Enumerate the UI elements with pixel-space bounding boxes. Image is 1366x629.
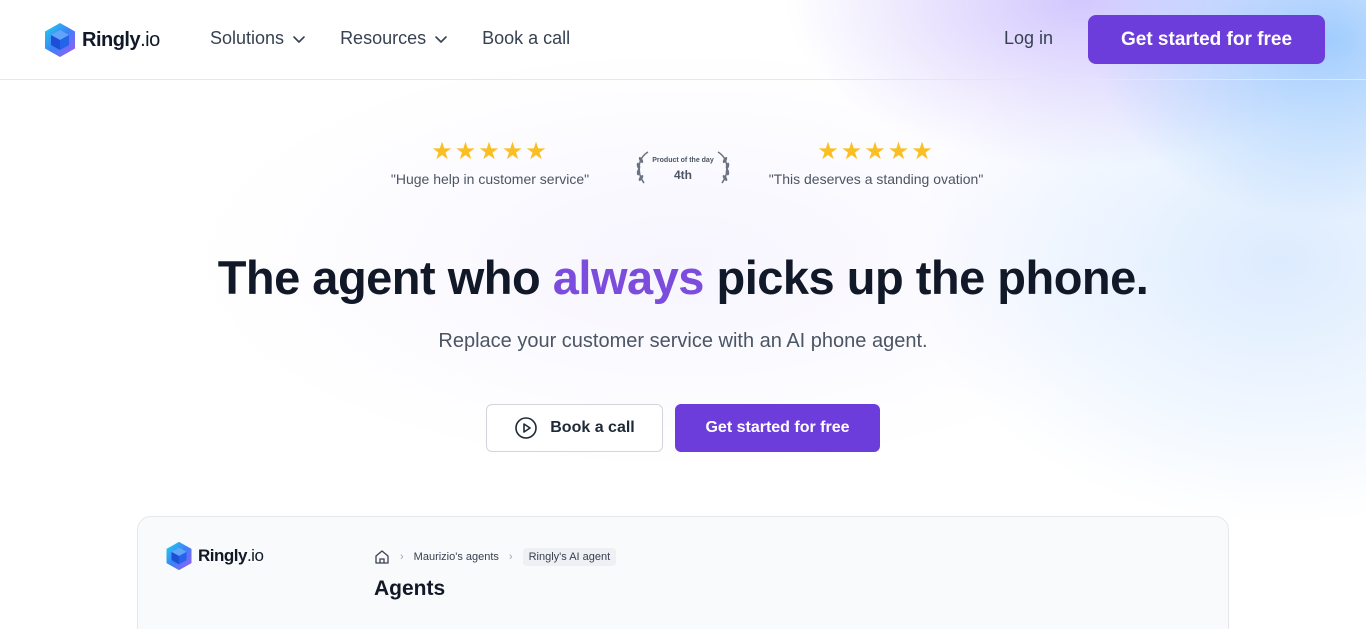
review-quote: "Huge help in customer service" [390,171,590,187]
app-preview-panel: Ringly.io › Maurizio's agents › Ringly's… [137,516,1229,629]
logo-hexagon-icon [166,541,192,571]
breadcrumb-item[interactable]: Maurizio's agents [414,551,499,563]
site-header: Ringly.io Solutions Resources Book a cal… [0,0,1366,80]
preview-page-title: Agents [374,577,446,600]
nav-solutions[interactable]: Solutions [210,28,306,49]
main-nav: Solutions Resources Book a call [210,28,604,49]
logo-wordmark: Ringly.io [198,546,264,565]
play-circle-icon [515,417,538,439]
breadcrumb-item-current[interactable]: Ringly's AI agent [522,548,617,566]
logo-wordmark: Ringly.io [82,28,160,51]
home-icon[interactable] [374,549,390,565]
logo-hexagon-icon [45,23,75,57]
chevron-down-icon [293,35,305,43]
brand-logo[interactable]: Ringly.io [42,22,160,58]
nav-resources[interactable]: Resources [340,28,448,49]
book-a-call-label: Book a call [550,419,635,436]
laurel-right-icon [717,151,730,184]
login-link[interactable]: Log in [1004,28,1053,49]
nav-book-a-call[interactable]: Book a call [482,28,570,49]
chevron-down-icon [435,35,447,43]
review-left: ★★★★★ "Huge help in customer service" [382,138,598,188]
header-get-started-button[interactable]: Get started for free [1088,15,1325,64]
book-a-call-button[interactable]: Book a call [486,404,663,452]
chevron-right-icon: › [400,551,404,563]
breadcrumb: › Maurizio's agents › Ringly's AI agent [374,548,617,566]
hero-subtitle: Replace your customer service with an AI… [438,330,928,352]
nav-resources-label: Resources [340,28,427,48]
chevron-right-icon: › [508,551,513,563]
review-right: ★★★★★ "This deserves a standing ovation" [760,138,992,188]
hero-get-started-button[interactable]: Get started for free [675,404,880,452]
product-of-the-day-badge: Product of the day 4th [632,150,734,186]
preview-logo: Ringly.io [164,541,264,571]
hero-title: The agent who always picks up the phone. [217,251,1149,304]
review-quote: "This deserves a standing ovation" [768,171,984,187]
hero-title-accent: always [552,251,705,304]
star-rating: ★★★★★ [817,138,935,165]
nav-book-a-call-label: Book a call [482,28,571,48]
star-rating: ★★★★★ [431,138,549,165]
nav-solutions-label: Solutions [210,28,285,48]
